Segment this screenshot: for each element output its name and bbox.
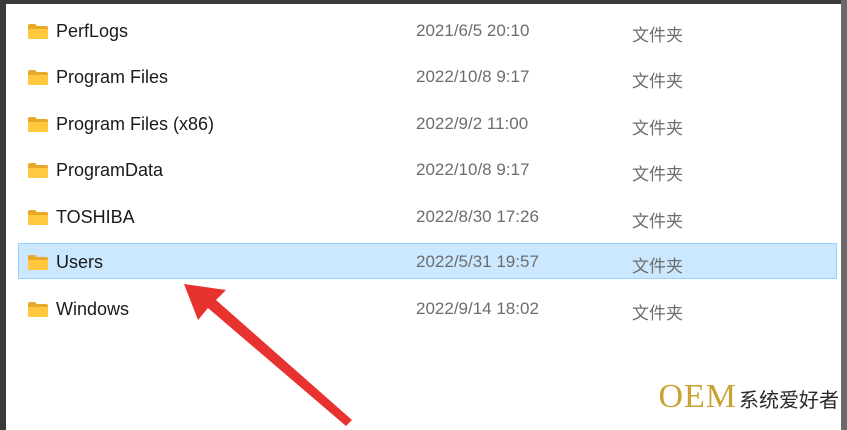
file-date: 2022/5/31 19:57 (416, 252, 539, 271)
folder-icon (28, 302, 48, 317)
file-date: 2022/9/14 18:02 (416, 299, 539, 318)
file-name: Windows (56, 299, 130, 319)
file-date: 2022/10/8 9:17 (416, 160, 530, 179)
file-type: 文件夹 (632, 257, 683, 276)
red-arrow-annotation (184, 284, 352, 426)
file-row-users[interactable]: Users 2022/5/31 19:57 文件夹 (18, 243, 837, 279)
watermark-logo: OEM 系统爱好者 (658, 378, 839, 416)
right-edge (841, 0, 847, 430)
file-row-program-files[interactable]: Program Files 2022/10/8 9:17 文件夹 (18, 58, 837, 94)
file-name: TOSHIBA (56, 207, 135, 227)
top-edge (6, 0, 847, 4)
file-name: Program Files (56, 67, 169, 87)
file-row-toshiba[interactable]: TOSHIBA 2022/8/30 17:26 文件夹 (18, 198, 837, 234)
file-name: PerfLogs (56, 21, 129, 41)
file-type: 文件夹 (632, 26, 683, 45)
file-type: 文件夹 (632, 165, 683, 184)
watermark-cjk: 系统爱好者 (739, 388, 839, 412)
file-date: 2022/8/30 17:26 (416, 207, 539, 226)
file-date: 2022/10/8 9:17 (416, 67, 530, 86)
file-type: 文件夹 (632, 304, 683, 323)
file-date: 2022/9/2 11:00 (416, 114, 529, 133)
file-name: Users (56, 252, 104, 272)
folder-icon (28, 255, 48, 270)
folder-icon (28, 210, 48, 225)
file-row-programdata[interactable]: ProgramData 2022/10/8 9:17 文件夹 (18, 151, 837, 187)
folder-icon (28, 163, 48, 178)
file-name: ProgramData (56, 160, 164, 180)
file-type: 文件夹 (632, 72, 683, 91)
file-row-program-files-x86[interactable]: Program Files (x86) 2022/9/2 11:00 文件夹 (18, 105, 837, 141)
file-type: 文件夹 (632, 212, 683, 231)
file-row-windows[interactable]: Windows 2022/9/14 18:02 文件夹 (18, 290, 837, 326)
watermark-latin: OEM (658, 378, 737, 415)
file-explorer-pane: PerfLogs 2021/6/5 20:10 文件夹 Program File… (6, 0, 847, 430)
folder-icon (28, 70, 48, 85)
folder-icon (28, 24, 48, 39)
file-name: Program Files (x86) (56, 114, 215, 134)
folder-icon (28, 117, 48, 132)
file-type: 文件夹 (632, 119, 683, 138)
file-date: 2021/6/5 20:10 (416, 21, 530, 40)
file-row-perflogs[interactable]: PerfLogs 2021/6/5 20:10 文件夹 (18, 12, 837, 48)
